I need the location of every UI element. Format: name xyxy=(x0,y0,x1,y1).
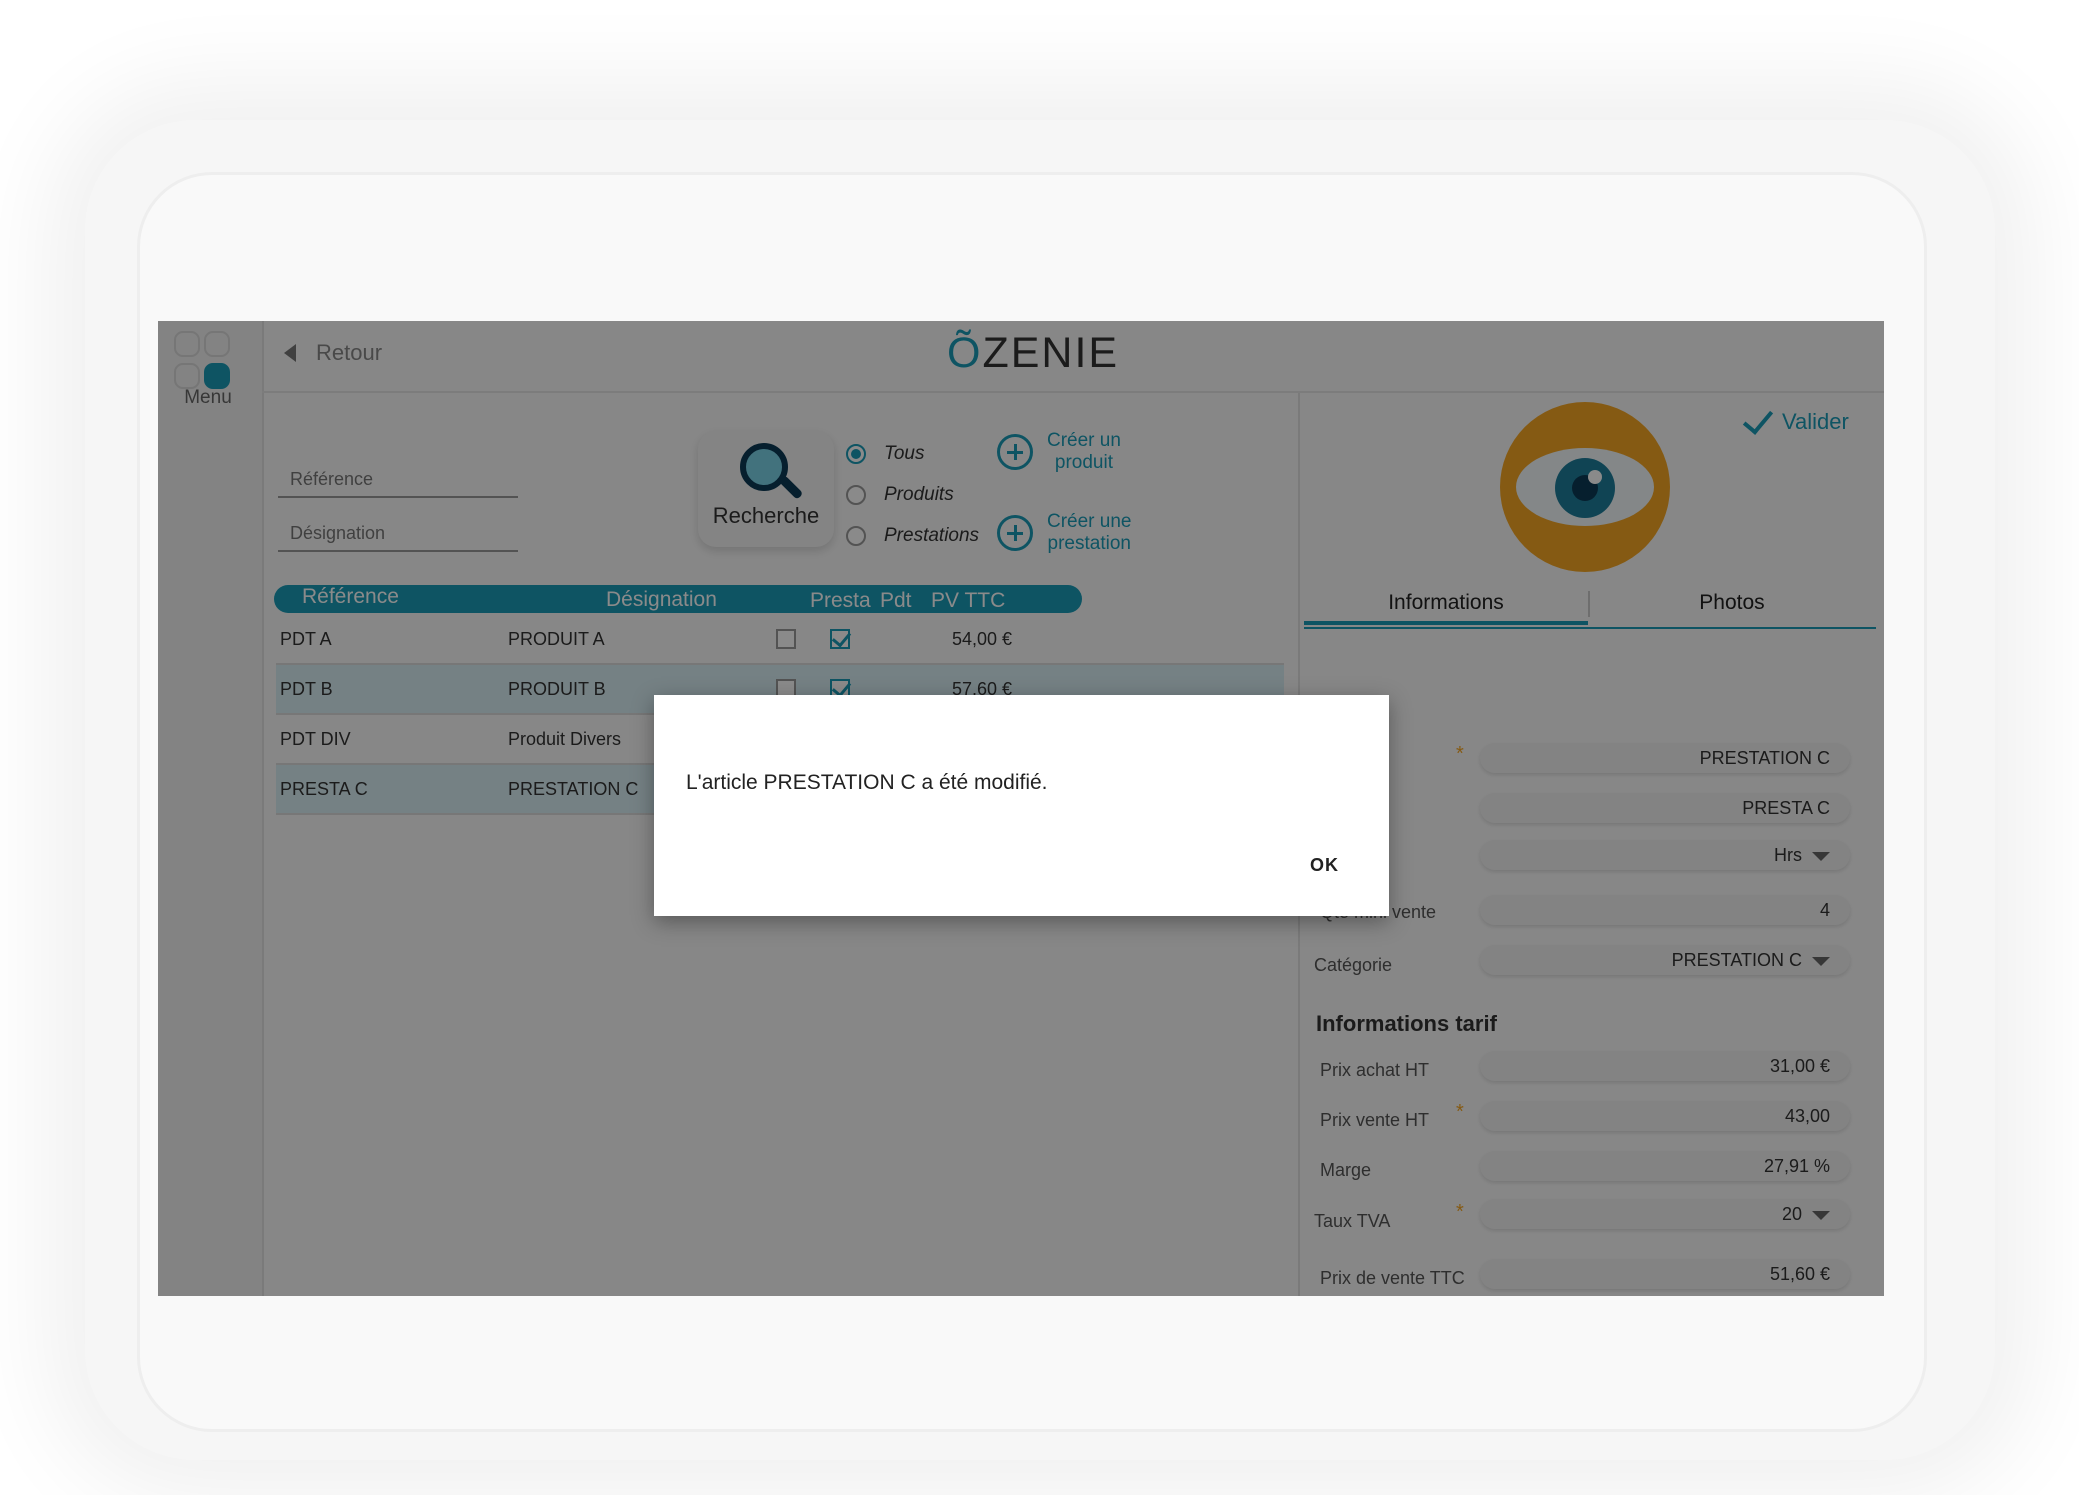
app-screen: Menu Retour ÕZENIE Référence Désignation… xyxy=(158,321,1884,1296)
dialog-message: L'article PRESTATION C a été modifié. xyxy=(686,771,1048,794)
ok-button[interactable]: OK xyxy=(1302,851,1347,880)
confirmation-dialog: L'article PRESTATION C a été modifié. OK xyxy=(654,695,1389,916)
